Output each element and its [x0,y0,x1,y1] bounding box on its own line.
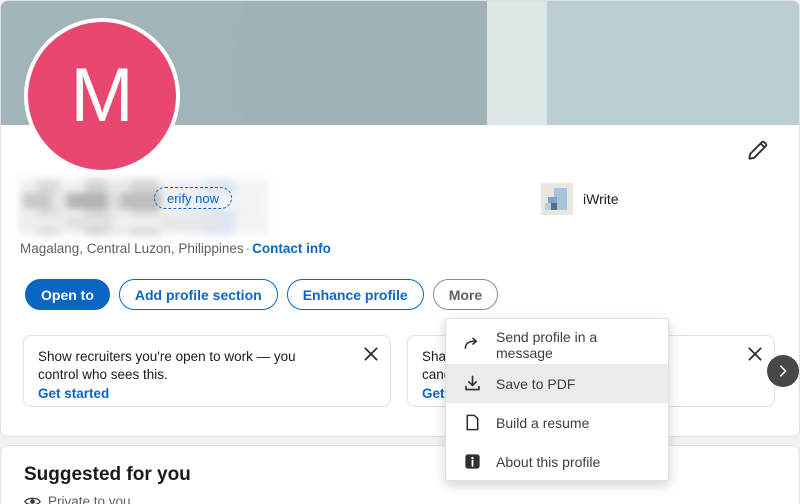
menu-item-label: Build a resume [496,414,590,431]
name-blur-layer-3 [21,215,221,229]
more-dropdown-menu: Send profile in a message Save to PDF Bu… [445,318,669,481]
avatar-initial: M [70,53,134,138]
current-company[interactable]: iWrite [541,183,619,215]
cover-decoration-right [547,1,799,125]
suggested-for-you-card: Suggested for you Private to you [0,445,800,504]
location-text: Magalang, Central Luzon, Philippines [20,241,244,256]
profile-name-redacted [19,179,279,235]
suggested-title: Suggested for you [24,464,191,485]
avatar[interactable]: M [24,18,180,174]
cover-decoration-light [487,1,547,125]
linkedin-profile-page: M erify now Magalang, Central Luzon, Phi… [0,0,800,504]
promo-get-started-link[interactable]: Get started [38,386,350,401]
eye-icon [24,497,41,504]
menu-item-label: Save to PDF [496,375,576,392]
edit-pencil-icon[interactable] [745,137,771,163]
menu-item-label: About this profile [496,453,601,470]
location-row: Magalang, Central Luzon, Philippines · Con… [20,241,331,256]
verify-now-label: erify now [167,190,220,206]
download-icon [462,374,482,394]
close-icon[interactable] [362,345,380,363]
menu-item-about-this-profile[interactable]: About this profile [446,442,668,481]
carousel-next-button[interactable] [767,355,799,387]
enhance-profile-button[interactable]: Enhance profile [286,279,424,310]
profile-card: M erify now Magalang, Central Luzon, Phi… [0,0,800,437]
promo-text-line1: Show recruiters you're open to work — yo… [38,349,296,364]
promo-card-open-to-work[interactable]: Show recruiters you're open to work — yo… [23,335,391,407]
chevron-right-icon [780,365,787,377]
share-arrow-icon [462,335,482,355]
menu-item-send-profile[interactable]: Send profile in a message [446,325,668,364]
privacy-label: Private to you [48,494,131,504]
separator-dot: · [245,241,251,256]
more-button[interactable]: More [432,279,499,310]
company-name: iWrite [583,191,619,207]
info-icon [462,452,482,472]
close-icon[interactable] [746,345,764,363]
privacy-row: Private to you [24,494,131,504]
verify-now-button[interactable]: erify now [154,187,233,209]
open-to-button[interactable]: Open to [25,279,110,310]
profile-action-buttons: Open to Add profile section Enhance prof… [25,279,499,310]
iwrite-logo-icon [541,183,573,215]
menu-item-build-resume[interactable]: Build a resume [446,403,668,442]
add-profile-section-button[interactable]: Add profile section [118,279,278,310]
menu-item-label: Send profile in a message [496,328,598,361]
menu-item-save-to-pdf[interactable]: Save to PDF [446,364,668,403]
promo-text-line2: control who sees this. [38,367,168,383]
document-icon [462,413,482,433]
contact-info-link[interactable]: Contact info [252,241,331,256]
